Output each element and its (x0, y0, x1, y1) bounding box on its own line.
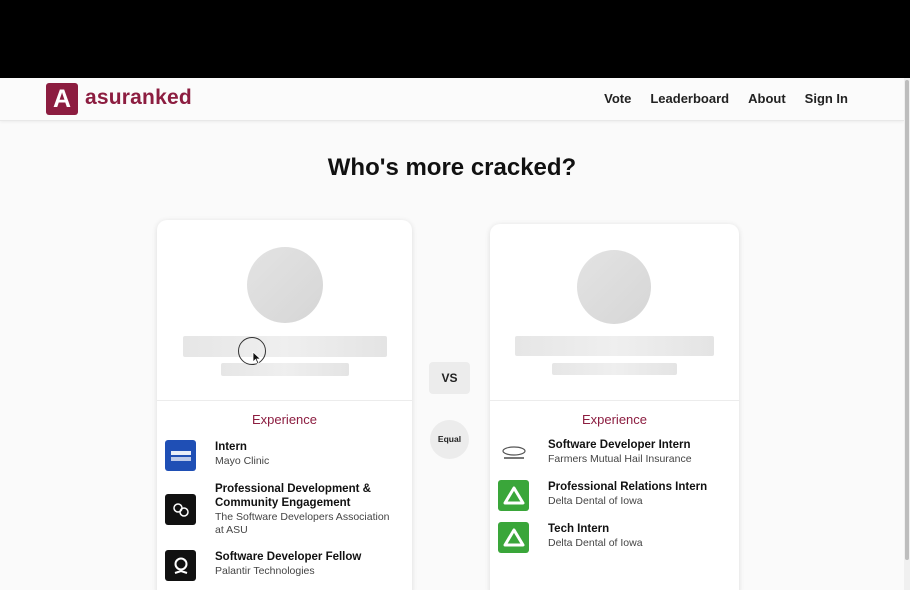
experience-item: Professional Relations Intern Delta Dent… (498, 480, 707, 511)
experience-item: Tech Intern Delta Dental of Iowa (498, 522, 643, 553)
subtitle-placeholder (552, 363, 677, 375)
brand-name[interactable]: asuranked (85, 86, 192, 110)
experience-heading: Experience (581, 412, 648, 427)
logo-icon[interactable]: A (46, 83, 78, 115)
experience-org: The Software Developers Association at A… (215, 511, 390, 536)
candidate-card-right[interactable]: Experience Software Developer Intern Far… (490, 224, 739, 590)
page: A asuranked Vote Leaderboard About Sign … (0, 78, 910, 590)
experience-item: Software Developer Fellow Palantir Techn… (165, 550, 361, 581)
browser-top-bar (0, 0, 910, 78)
avatar-placeholder (247, 247, 323, 323)
palantir-logo-icon (165, 550, 196, 581)
experience-item: Software Developer Intern Farmers Mutual… (498, 438, 692, 469)
delta-dental-logo-icon (498, 480, 529, 511)
farmers-mutual-hail-logo-icon (498, 438, 529, 469)
equal-button[interactable]: Equal (430, 420, 469, 459)
divider (157, 400, 412, 401)
page-title: Who's more cracked? (327, 154, 577, 181)
nav-sign-in[interactable]: Sign In (805, 91, 848, 106)
mayo-clinic-logo-icon (165, 440, 196, 471)
experience-org: Delta Dental of Iowa (548, 495, 643, 507)
vs-label: VS (429, 362, 470, 394)
nav-vote[interactable]: Vote (604, 91, 631, 106)
nav-leaderboard[interactable]: Leaderboard (650, 91, 729, 106)
name-placeholder (515, 336, 714, 356)
experience-role: Software Developer Fellow (215, 551, 362, 563)
experience-role: Professional Relations Intern (548, 481, 708, 493)
experience-item: Professional Development & Community Eng… (165, 482, 390, 537)
scrollbar[interactable] (904, 78, 910, 590)
experience-org: Palantir Technologies (215, 565, 315, 577)
avatar-placeholder (577, 250, 651, 324)
experience-item: Intern Mayo Clinic (165, 440, 269, 471)
experience-heading: Experience (251, 412, 318, 427)
sda-logo-icon (165, 494, 196, 525)
experience-org: Mayo Clinic (215, 455, 270, 467)
nav-about[interactable]: About (748, 91, 786, 106)
delta-dental-logo-icon (498, 522, 529, 553)
name-placeholder (183, 336, 387, 357)
navbar: A asuranked Vote Leaderboard About Sign … (0, 78, 904, 121)
subtitle-placeholder (221, 363, 349, 376)
candidate-card-left[interactable]: Experience Intern Mayo Clinic Profession… (157, 220, 412, 590)
experience-role: Intern (215, 441, 247, 453)
experience-role: Tech Intern (548, 523, 610, 535)
experience-role: Professional Development & Community Eng… (215, 483, 371, 509)
nav-links: Vote Leaderboard About Sign In (604, 91, 848, 106)
scrollbar-thumb[interactable] (905, 80, 909, 560)
experience-role: Software Developer Intern (548, 439, 691, 451)
mouse-cursor-icon (252, 351, 262, 365)
experience-org: Farmers Mutual Hail Insurance (548, 453, 692, 465)
divider (490, 400, 739, 401)
experience-org: Delta Dental of Iowa (548, 537, 643, 549)
